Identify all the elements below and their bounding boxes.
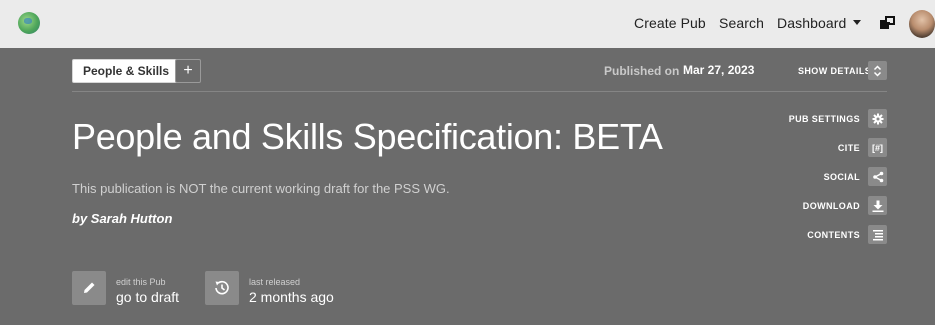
last-released-value[interactable]: 2 months ago bbox=[249, 289, 334, 305]
dashboard-menu[interactable]: Dashboard bbox=[777, 15, 846, 31]
release-history-button[interactable] bbox=[205, 271, 239, 305]
last-released-caption: last released bbox=[249, 277, 301, 287]
download-icon bbox=[872, 200, 883, 212]
download-label[interactable]: DOWNLOAD bbox=[803, 201, 860, 211]
gear-icon bbox=[872, 113, 883, 124]
cite-icon: [#] bbox=[872, 142, 883, 153]
pub-description: This publication is NOT the current work… bbox=[72, 181, 450, 196]
expand-details-button[interactable] bbox=[868, 61, 887, 80]
log-in-icon[interactable] bbox=[880, 16, 895, 30]
page-title: People and Skills Specification: BETA bbox=[72, 116, 663, 157]
avatar[interactable] bbox=[909, 10, 935, 38]
download-button[interactable] bbox=[868, 196, 887, 215]
list-icon bbox=[872, 229, 883, 240]
pencil-icon bbox=[84, 282, 95, 293]
chevron-up-down-icon bbox=[873, 64, 882, 77]
edit-pub-button[interactable] bbox=[72, 271, 106, 305]
pub-settings-label[interactable]: PUB SETTINGS bbox=[789, 114, 860, 124]
social-button[interactable] bbox=[868, 167, 887, 186]
go-to-draft-link[interactable]: go to draft bbox=[116, 289, 179, 305]
edit-pub-caption: edit this Pub bbox=[116, 277, 166, 287]
chevron-down-icon[interactable] bbox=[853, 20, 861, 25]
history-icon bbox=[215, 280, 229, 295]
pubpub-logo-icon[interactable] bbox=[18, 12, 40, 34]
collection-tag[interactable]: People & Skills bbox=[72, 59, 181, 83]
published-date: Mar 27, 2023 bbox=[683, 63, 755, 77]
contents-label[interactable]: CONTENTS bbox=[807, 230, 860, 240]
create-pub-link[interactable]: Create Pub bbox=[634, 15, 706, 31]
pub-settings-button[interactable] bbox=[868, 109, 887, 128]
cite-button[interactable]: [#] bbox=[868, 138, 887, 157]
share-icon bbox=[872, 171, 883, 182]
add-collection-button[interactable]: + bbox=[175, 59, 201, 83]
published-label: Published on bbox=[604, 64, 680, 78]
top-navbar: Create Pub Search Dashboard bbox=[0, 0, 935, 48]
social-label[interactable]: SOCIAL bbox=[824, 172, 860, 182]
show-details-button[interactable]: SHOW DETAILS bbox=[798, 66, 871, 76]
byline: by Sarah Hutton bbox=[72, 211, 173, 226]
cite-label[interactable]: CITE bbox=[838, 143, 860, 153]
search-link[interactable]: Search bbox=[719, 15, 764, 31]
contents-button[interactable] bbox=[868, 225, 887, 244]
header-divider bbox=[72, 91, 887, 92]
